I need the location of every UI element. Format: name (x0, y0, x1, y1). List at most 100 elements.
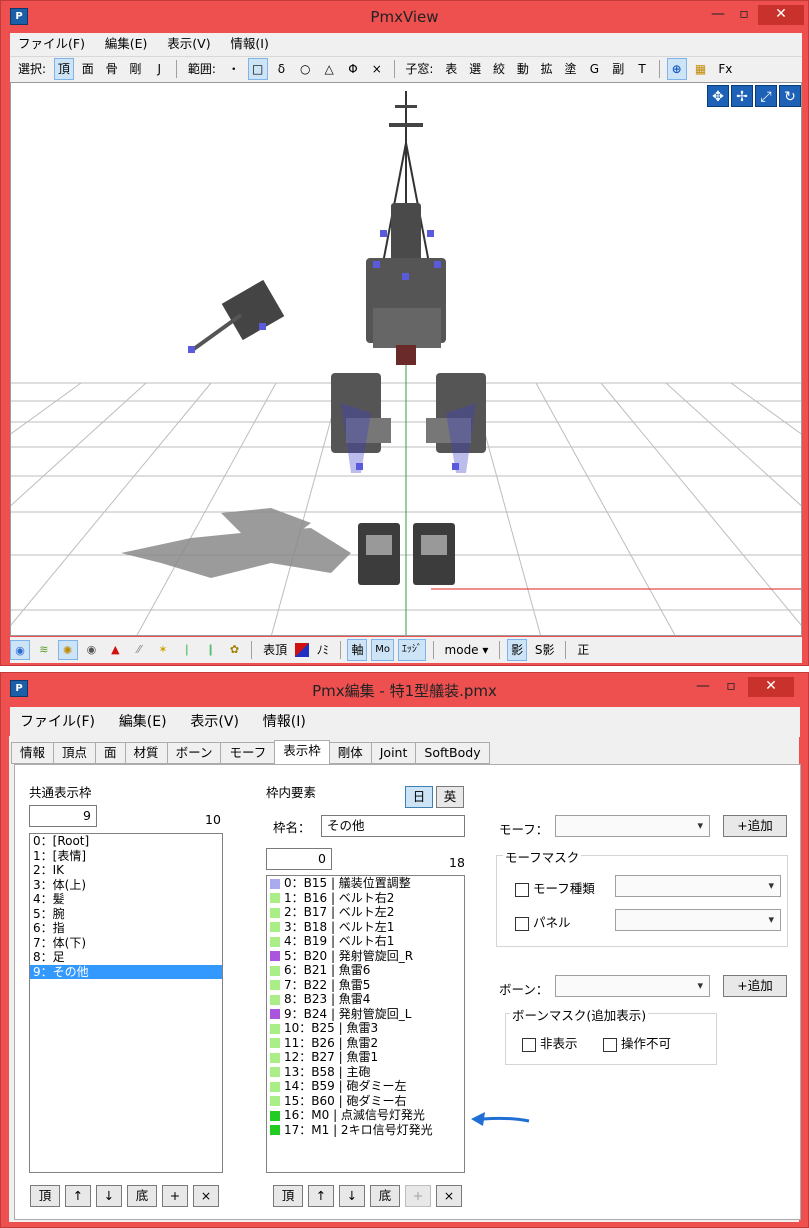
sub-g-button[interactable]: G (584, 58, 604, 80)
tab-display-frame[interactable]: 表示枠 (274, 740, 330, 765)
mi-button[interactable]: ﾉﾐ (313, 639, 333, 661)
element-list-item[interactable]: 17：M1 | 2キロ信号灯発光 (267, 1123, 464, 1138)
element-list-item[interactable]: 15：B60 | 砲ダミー右 (267, 1094, 464, 1109)
sub-move-button[interactable]: 動 (513, 58, 533, 80)
element-list-item[interactable]: 8：B23 | 魚雷4 (267, 992, 464, 1007)
close-icon[interactable]: ✕ (748, 677, 794, 697)
select-rigid-button[interactable]: 剛 (125, 58, 145, 80)
sub-vice-button[interactable]: 副 (608, 58, 628, 80)
frame-list-item[interactable]: 7：体(下) (30, 936, 222, 951)
element-down-button[interactable]: ↓ (339, 1185, 365, 1207)
zoom-icon[interactable]: ⤢ (755, 85, 777, 107)
element-list-item[interactable]: 12：B27 | 魚雷1 (267, 1050, 464, 1065)
frame-top-button[interactable]: 頂 (30, 1185, 60, 1207)
minimize-icon[interactable]: — (691, 677, 715, 697)
element-list-item[interactable]: 9：B24 | 発射管旋回_L (267, 1007, 464, 1022)
wire-display-icon[interactable]: ≋ (34, 640, 54, 660)
maximize-icon[interactable]: ▫ (719, 677, 743, 697)
vertex-display-icon[interactable]: ◉ (10, 640, 30, 660)
lang-jp-button[interactable]: 日 (405, 786, 433, 808)
mode-dropdown[interactable]: mode ▾ (441, 639, 493, 661)
sub-t-button[interactable]: T (632, 58, 652, 80)
frame-up-button[interactable]: ↑ (65, 1185, 91, 1207)
move-view-icon[interactable]: ✥ (707, 85, 729, 107)
element-list-item[interactable]: 16：M0 | 点滅信号灯発光 (267, 1108, 464, 1123)
element-list-item[interactable]: 0：B15 | 艤装位置調整 (267, 876, 464, 891)
menu-info[interactable]: 情報(I) (222, 33, 276, 55)
title-bar[interactable]: P PmxView — ▫ ✕ (1, 1, 808, 33)
triangle-red-icon[interactable]: ▲ (105, 640, 125, 660)
frame-down-button[interactable]: ↓ (96, 1185, 122, 1207)
sub-paint-button[interactable]: 塗 (561, 58, 581, 80)
range-rect-button[interactable]: □ (247, 58, 268, 80)
shadow-button[interactable]: 影 (507, 639, 528, 661)
select-face-button[interactable]: 面 (78, 58, 98, 80)
frame-list-item[interactable]: 0：[Root] (30, 834, 222, 849)
tab-face[interactable]: 面 (95, 742, 126, 764)
frame-delete-button[interactable]: × (193, 1185, 219, 1207)
element-list-item[interactable]: 14：B59 | 砲ダミー左 (267, 1079, 464, 1094)
morph-type-select[interactable]: ▾ (615, 875, 781, 897)
tab-rigid[interactable]: 剛体 (328, 742, 372, 764)
locked-checkbox[interactable]: 操作不可 (603, 1033, 671, 1052)
tab-joint[interactable]: Joint (370, 742, 417, 764)
surface-vertex-button[interactable]: 表頂 (259, 639, 291, 661)
tab-bone[interactable]: ボーン (166, 742, 222, 764)
element-list-item[interactable]: 5：B20 | 発射管旋回_R (267, 949, 464, 964)
frame-list-item[interactable]: 9：その他 (30, 964, 222, 979)
element-delete-button[interactable]: × (436, 1185, 462, 1207)
pan-icon[interactable]: ✢ (731, 85, 753, 107)
mo-button[interactable]: Mo (371, 639, 395, 661)
frame-list-item[interactable]: 2：IK (30, 863, 222, 878)
element-up-button[interactable]: ↑ (308, 1185, 334, 1207)
element-list-item[interactable]: 6：B21 | 魚雷6 (267, 963, 464, 978)
axis-button[interactable]: 軸 (347, 639, 368, 661)
range-circle-button[interactable]: ○ (295, 58, 315, 80)
element-top-button[interactable]: 頂 (273, 1185, 303, 1207)
menu-edit[interactable]: 編集(E) (109, 711, 177, 733)
panel-checkbox[interactable]: パネル (515, 912, 571, 931)
range-x-button[interactable]: × (367, 58, 387, 80)
element-list-item[interactable]: 13：B58 | 主砲 (267, 1065, 464, 1080)
frame-list-item[interactable]: 3：体(上) (30, 878, 222, 893)
select-joint-button[interactable]: J (149, 58, 169, 80)
select-bone-button[interactable]: 骨 (102, 58, 122, 80)
hatch-icon[interactable]: ⁄⁄ (129, 640, 149, 660)
tab-vertex[interactable]: 頂点 (53, 742, 97, 764)
element-list-item[interactable]: 3：B18 | ベルト左1 (267, 920, 464, 935)
element-list-item[interactable]: 11：B26 | 魚雷2 (267, 1036, 464, 1051)
menu-file[interactable]: ファイル(F) (10, 33, 93, 55)
frame-name-field[interactable]: その他 (321, 815, 465, 837)
range-triangle-button[interactable]: △ (319, 58, 339, 80)
lang-en-button[interactable]: 英 (436, 786, 464, 808)
tab-material[interactable]: 材質 (124, 742, 168, 764)
ortho-button[interactable]: 正 (573, 639, 593, 661)
sub-table-button[interactable]: 表 (441, 58, 461, 80)
element-list-item[interactable]: 4：B19 | ベルト右1 (267, 934, 464, 949)
morph-type-checkbox[interactable]: モーフ種類 (515, 878, 595, 897)
hidden-checkbox[interactable]: 非表示 (522, 1033, 578, 1052)
rigid-green-icon[interactable]: ❘ (177, 640, 197, 660)
panel-select[interactable]: ▾ (615, 909, 781, 931)
color-swatch-icon[interactable] (294, 643, 309, 657)
frame-add-button[interactable]: + (162, 1185, 188, 1207)
frame-list-item[interactable]: 8：足 (30, 950, 222, 965)
add-bone-button[interactable]: +追加 (723, 975, 787, 997)
rotate-icon[interactable]: ↻ (779, 85, 801, 107)
element-bottom-button[interactable]: 底 (370, 1185, 400, 1207)
range-phi-button[interactable]: Φ (343, 58, 363, 80)
self-shadow-button[interactable]: S影 (531, 639, 559, 661)
close-icon[interactable]: ✕ (758, 5, 804, 25)
3d-viewport[interactable]: ✥ ✢ ⤢ ↻ (10, 82, 802, 636)
bone-display-icon[interactable]: ✺ (57, 640, 78, 660)
add-morph-button[interactable]: +追加 (723, 815, 787, 837)
crosshair-icon[interactable]: ⊕ (666, 58, 687, 80)
sub-scale-button[interactable]: 拡 (537, 58, 557, 80)
minimize-icon[interactable]: — (707, 5, 729, 25)
menu-view[interactable]: 表示(V) (159, 33, 218, 55)
tab-softbody[interactable]: SoftBody (415, 742, 490, 764)
frame-index-field[interactable]: 9 (29, 805, 97, 827)
frame-bottom-button[interactable]: 底 (127, 1185, 157, 1207)
element-list-item[interactable]: 2：B17 | ベルト左2 (267, 905, 464, 920)
element-list-item[interactable]: 1：B16 | ベルト右2 (267, 891, 464, 906)
